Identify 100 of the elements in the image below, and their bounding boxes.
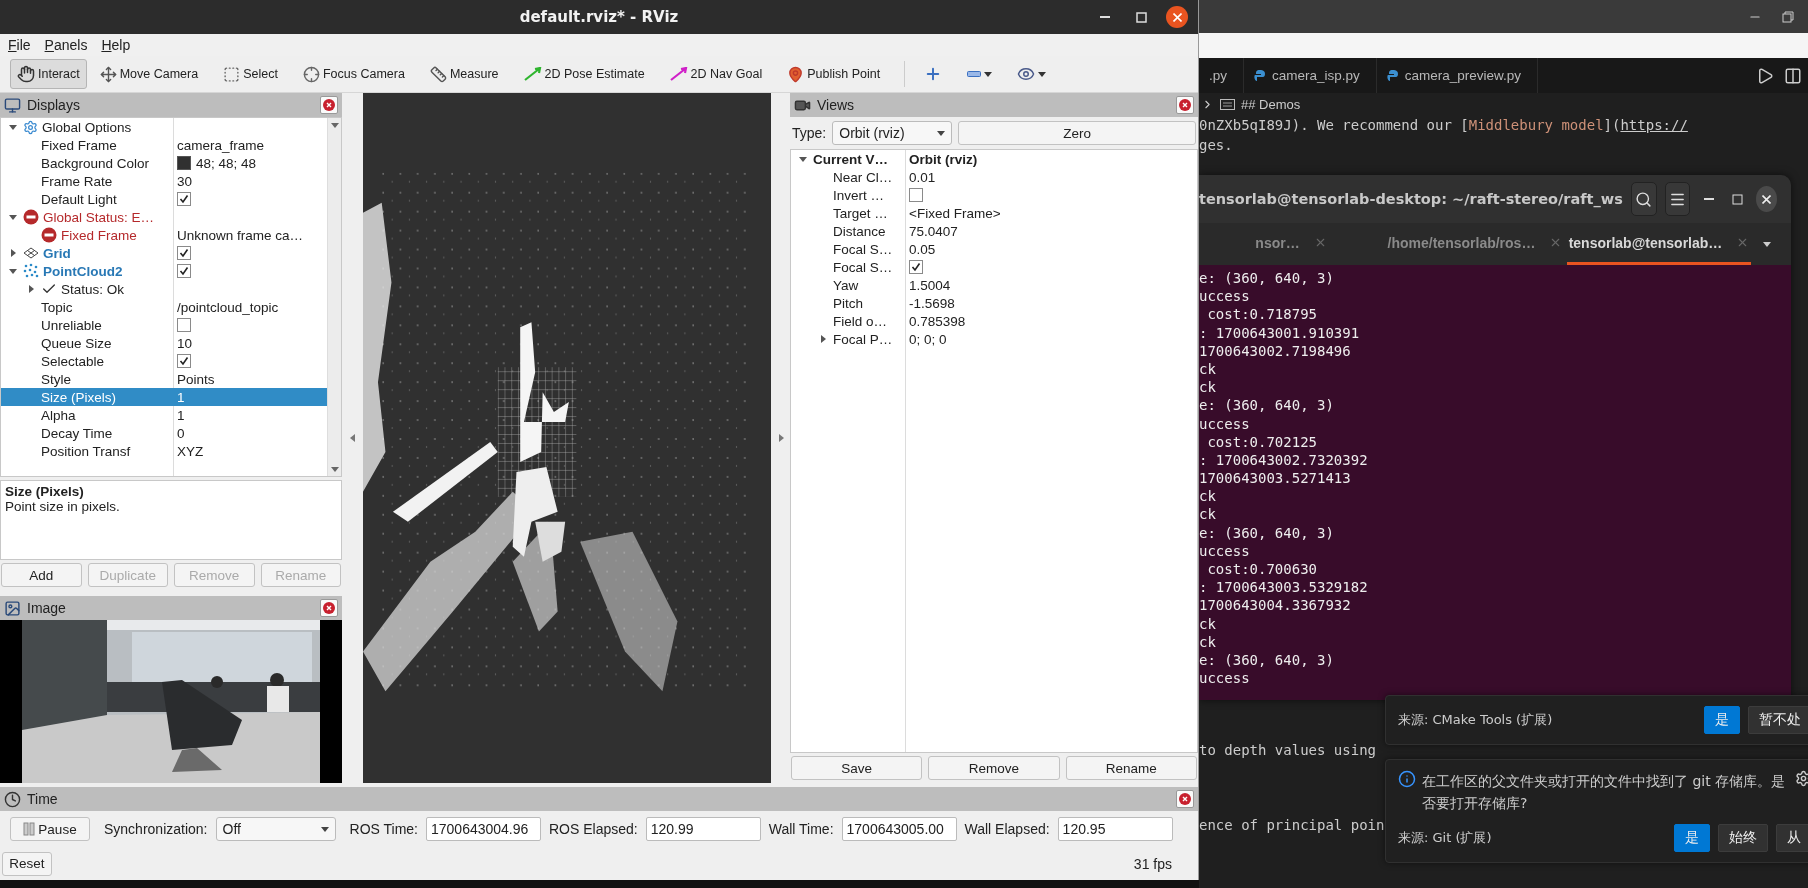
tree-row[interactable]: Pitch -1.5698 (791, 294, 1197, 312)
tree-row[interactable]: Current V… Orbit (rviz) (791, 150, 1197, 168)
property-name: Distance (833, 223, 886, 239)
menu-button[interactable] (1664, 182, 1691, 216)
close-button[interactable] (1756, 186, 1777, 212)
expanded-arrow-icon[interactable] (1763, 240, 1771, 248)
settings-icon[interactable] (1795, 770, 1808, 787)
tool-button[interactable]: Focus Camera (295, 59, 412, 89)
tree-row[interactable]: Focal P… 0; 0; 0 (791, 330, 1197, 348)
panel-button[interactable]: Save (791, 756, 923, 780)
tree-row[interactable]: Topic /pointcloud_topic (1, 298, 327, 316)
expanded-arrow-icon[interactable] (330, 121, 339, 129)
time-field[interactable]: 1700643004.96 (426, 817, 541, 841)
reset-button[interactable]: Reset (2, 851, 52, 876)
property-name: Unreliable (41, 317, 102, 333)
expanded-arrow-icon[interactable] (9, 123, 17, 131)
tree-row[interactable]: Background Color 48; 48; 48 (1, 154, 327, 172)
tree-row[interactable]: Size (Pixels) 1 (1, 388, 327, 406)
tool-button[interactable]: Select (216, 59, 285, 89)
notification-button[interactable]: 暂不处 (1748, 706, 1808, 734)
tree-row[interactable]: Focal S… 0.05 (791, 240, 1197, 258)
editor-tab[interactable]: .py (1199, 58, 1244, 93)
menu-item[interactable]: Panels (44, 37, 88, 53)
panel-button[interactable]: Remove (928, 756, 1060, 780)
zero-button[interactable]: Zero (958, 121, 1196, 145)
collapsed-arrow-icon[interactable] (819, 335, 827, 343)
checkbox[interactable] (177, 264, 191, 278)
checkbox[interactable] (177, 318, 191, 332)
search-button[interactable] (1630, 182, 1657, 216)
menu-item[interactable]: Help (101, 37, 131, 53)
tool-button[interactable]: 2D Nav Goal (662, 59, 770, 89)
tree-row[interactable]: Frame Rate 30 (1, 172, 327, 190)
notification-button[interactable]: 从 (1776, 824, 1808, 852)
collapsed-arrow-icon[interactable] (348, 434, 357, 442)
tree-row[interactable]: Grid (1, 244, 327, 262)
panel-button[interactable]: Add (1, 563, 82, 587)
checkbox[interactable] (909, 260, 923, 274)
checkbox[interactable] (177, 192, 191, 206)
collapsed-arrow-icon[interactable] (776, 434, 785, 442)
tree-row[interactable]: Unreliable (1, 316, 327, 334)
terminal-tab[interactable]: nsor… (1199, 223, 1383, 265)
time-field[interactable]: 1700643005.00 (841, 817, 957, 841)
tree-row[interactable]: Yaw 1.5004 (791, 276, 1197, 294)
terminal-tab[interactable]: /home/tensorlab/ros… (1383, 223, 1567, 265)
tree-row[interactable]: Queue Size 10 (1, 334, 327, 352)
restore-icon[interactable] (1782, 10, 1794, 23)
checkbox[interactable] (177, 246, 191, 260)
expanded-arrow-icon[interactable] (9, 267, 17, 275)
run-icon[interactable] (1756, 66, 1774, 85)
close-button[interactable] (1166, 6, 1188, 28)
collapsed-arrow-icon[interactable] (27, 285, 35, 293)
tree-row[interactable]: Field o… 0.785398 (791, 312, 1197, 330)
sync-dropdown[interactable]: Off (215, 817, 336, 841)
checkbox[interactable] (909, 188, 923, 202)
expanded-arrow-icon[interactable] (9, 213, 17, 221)
tree-row[interactable]: Near Cl… 0.01 (791, 168, 1197, 186)
expanded-arrow-icon[interactable] (799, 155, 807, 163)
tree-row[interactable]: Target … <Fixed Frame> (791, 204, 1197, 222)
tree-row[interactable]: Global Options (1, 118, 327, 136)
notification-button[interactable]: 始终 (1718, 824, 1768, 852)
tree-row[interactable]: Invert … (791, 186, 1197, 204)
editor-tab[interactable]: camera_preview.py (1376, 58, 1539, 93)
collapsed-arrow-icon[interactable] (9, 249, 17, 257)
panel-button[interactable]: Rename (1065, 756, 1197, 780)
scrollbar[interactable] (327, 118, 341, 476)
expanded-arrow-icon[interactable] (330, 465, 339, 473)
tool-button[interactable]: 2D Pose Estimate (516, 59, 652, 89)
expanded-arrow-icon[interactable] (984, 70, 993, 78)
tree-row[interactable]: Decay Time 0 (1, 424, 327, 442)
tool-button[interactable]: Move Camera (92, 59, 206, 89)
tree-row[interactable]: Position Transf XYZ (1, 442, 327, 460)
tool-button[interactable]: Publish Point (780, 59, 888, 89)
pause-button[interactable]: Pause (10, 817, 90, 841)
notification-button[interactable]: 是 (1704, 706, 1740, 734)
time-field[interactable]: 120.95 (1057, 817, 1173, 841)
notification-button[interactable]: 是 (1674, 824, 1710, 852)
checkbox[interactable] (177, 354, 191, 368)
breadcrumb-item[interactable]: ## Demos (1241, 96, 1301, 112)
editor-tab[interactable]: camera_isp.py (1244, 58, 1377, 93)
tree-row[interactable]: Fixed Frame camera_frame (1, 136, 327, 154)
tool-button[interactable]: Measure (422, 59, 506, 89)
expanded-arrow-icon[interactable] (320, 825, 329, 833)
tree-row[interactable]: Alpha 1 (1, 406, 327, 424)
tree-row[interactable]: Global Status: E… (1, 208, 327, 226)
tool-button[interactable]: Interact (10, 59, 87, 89)
expanded-arrow-icon[interactable] (937, 129, 946, 137)
tree-row[interactable]: Style Points (1, 370, 327, 388)
tree-row[interactable]: Distance 75.0407 (791, 222, 1197, 240)
tree-row[interactable]: Focal S… (791, 258, 1197, 276)
menu-item[interactable]: File (8, 37, 31, 53)
split-editor-icon[interactable] (1784, 66, 1802, 85)
tree-row[interactable]: PointCloud2 (1, 262, 327, 280)
expanded-arrow-icon[interactable] (1038, 70, 1047, 78)
tree-row[interactable]: Fixed Frame Unknown frame ca… (1, 226, 327, 244)
tree-row[interactable]: Selectable (1, 352, 327, 370)
type-dropdown[interactable]: Orbit (rviz) (832, 121, 953, 145)
time-field[interactable]: 120.99 (645, 817, 761, 841)
tree-row[interactable]: Default Light (1, 190, 327, 208)
tree-row[interactable]: Status: Ok (1, 280, 327, 298)
close-icon (1762, 194, 1772, 204)
